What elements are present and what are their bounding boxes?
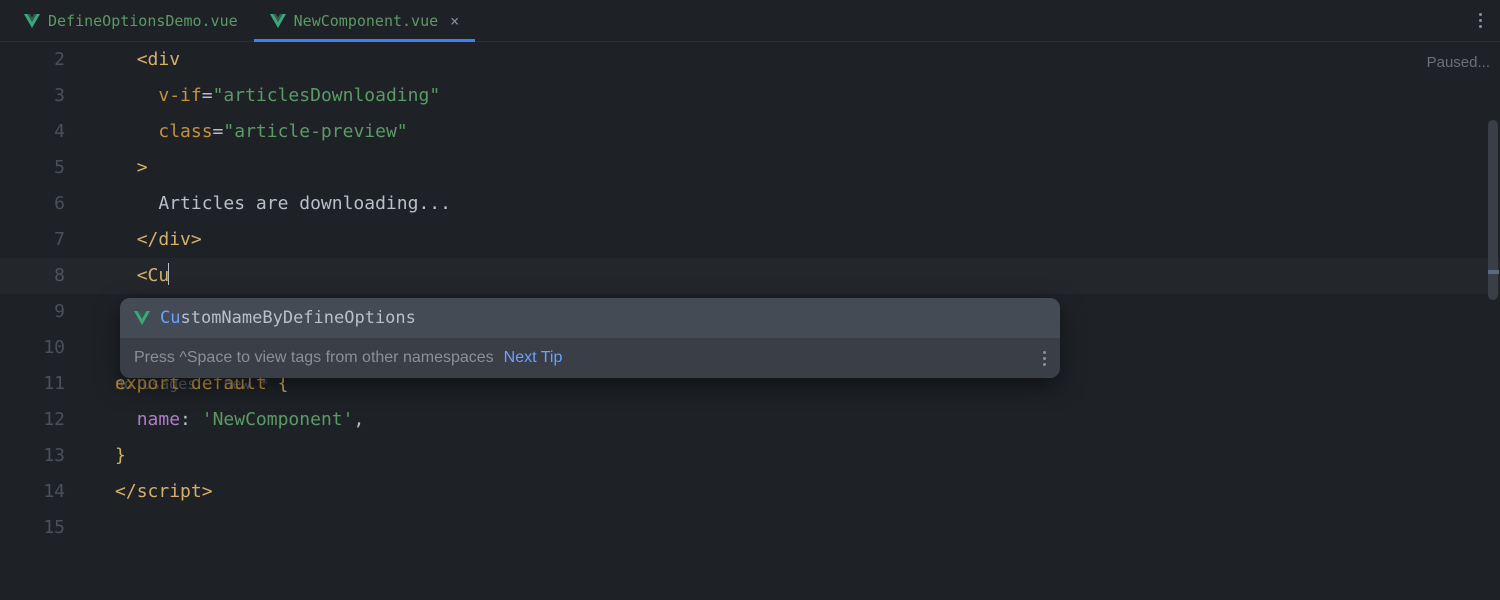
line-number: 13	[0, 438, 65, 474]
line-number: 3	[0, 78, 65, 114]
autocomplete-label: CustomNameByDefineOptions	[160, 308, 416, 328]
tab-new-component[interactable]: NewComponent.vue ×	[254, 0, 476, 41]
code-line[interactable]: </script>	[115, 474, 451, 510]
code-line[interactable]: <Cu	[115, 258, 451, 294]
line-number-gutter: 2 3 4 5 6 7 8 9 10 11 12 13 14 15	[0, 42, 85, 546]
close-icon[interactable]: ×	[446, 12, 459, 30]
line-number: 7	[0, 222, 65, 258]
tabs-menu-button[interactable]	[1461, 13, 1500, 28]
code-line[interactable]	[115, 510, 451, 546]
autocomplete-popup: CustomNameByDefineOptions Press ^Space t…	[120, 298, 1060, 378]
line-number: 4	[0, 114, 65, 150]
line-number: 5	[0, 150, 65, 186]
line-number: 14	[0, 474, 65, 510]
code-line[interactable]: </div>	[115, 222, 451, 258]
editor-tabs: DefineOptionsDemo.vue NewComponent.vue ×	[0, 0, 1500, 42]
code-line[interactable]: name: 'NewComponent',	[115, 402, 451, 438]
code-line[interactable]: }	[115, 438, 451, 474]
code-line[interactable]: v-if="articlesDownloading"	[115, 78, 451, 114]
line-number: 12	[0, 402, 65, 438]
line-number: 9	[0, 294, 65, 330]
autocomplete-footer: Press ^Space to view tags from other nam…	[120, 338, 1060, 378]
line-number: 6	[0, 186, 65, 222]
vue-icon	[134, 311, 150, 325]
tab-label: NewComponent.vue	[294, 12, 439, 30]
code-line[interactable]: >	[115, 150, 451, 186]
code-line[interactable]: Articles are downloading...	[115, 186, 451, 222]
line-number: 2	[0, 42, 65, 78]
line-number: 11	[0, 366, 65, 402]
code-editor[interactable]: 2 3 4 5 6 7 8 9 10 11 12 13 14 15 <div v…	[0, 42, 1500, 546]
caret-position-mark	[1488, 270, 1499, 274]
vue-icon	[24, 14, 40, 28]
vue-icon	[270, 14, 286, 28]
code-content[interactable]: <div v-if="articlesDownloading" class="a…	[85, 42, 451, 546]
line-number: 15	[0, 510, 65, 546]
tab-label: DefineOptionsDemo.vue	[48, 12, 238, 30]
autocomplete-item[interactable]: CustomNameByDefineOptions	[120, 298, 1060, 338]
line-number: 10	[0, 330, 65, 366]
next-tip-link[interactable]: Next Tip	[504, 349, 563, 367]
code-line[interactable]: <div	[115, 42, 451, 78]
tab-define-options-demo[interactable]: DefineOptionsDemo.vue	[8, 0, 254, 41]
code-line[interactable]: class="article-preview"	[115, 114, 451, 150]
autocomplete-menu-button[interactable]	[1043, 351, 1046, 366]
footer-hint: Press ^Space to view tags from other nam…	[134, 349, 494, 367]
text-caret	[168, 263, 169, 285]
